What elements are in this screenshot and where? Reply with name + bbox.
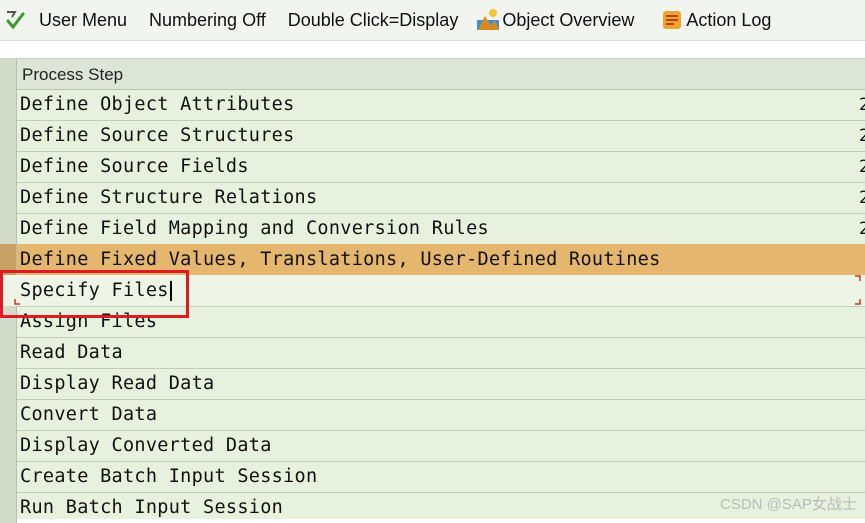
row-label[interactable]: Define Field Mapping and Conversion Rule… xyxy=(20,218,489,239)
row-label[interactable]: Convert Data xyxy=(20,404,157,425)
row-selector[interactable] xyxy=(0,151,17,182)
row-selector[interactable] xyxy=(0,368,17,399)
row-selector[interactable] xyxy=(0,213,17,244)
column-header-process-step[interactable]: Process Step xyxy=(22,65,123,85)
row-label[interactable]: Run Batch Input Session xyxy=(20,497,283,518)
header-select-cell[interactable] xyxy=(0,59,17,89)
row-selector[interactable] xyxy=(0,399,17,430)
user-menu-label: User Menu xyxy=(39,9,128,30)
action-log-button[interactable]: Action Log xyxy=(660,5,771,35)
row-selector[interactable] xyxy=(0,306,17,337)
clipped-cell: 2 xyxy=(859,157,865,177)
row-label[interactable]: Read Data xyxy=(20,342,123,363)
row-label[interactable]: Define Structure Relations xyxy=(20,187,317,208)
row-label[interactable]: Define Source Structures xyxy=(20,125,295,146)
object-overview-label: Object Overview xyxy=(502,9,635,30)
table-row[interactable]: Define Object Attributes 2 xyxy=(0,89,865,121)
action-log-icon xyxy=(663,11,682,29)
row-label[interactable]: Display Converted Data xyxy=(20,435,272,456)
row-selector[interactable] xyxy=(0,337,17,368)
row-label[interactable]: Define Source Fields xyxy=(20,156,249,177)
clipped-cell: 2 xyxy=(859,188,865,208)
numbering-off-label: Numbering Off xyxy=(149,9,266,30)
row-selector[interactable] xyxy=(0,182,17,213)
clipped-cell: 2 xyxy=(859,126,865,146)
row-selector[interactable] xyxy=(0,430,17,461)
table-row[interactable]: Create Batch Input Session xyxy=(0,461,865,493)
action-log-label: Action Log xyxy=(686,9,772,30)
focus-corner-bottom-left xyxy=(14,299,20,305)
row-label[interactable]: Assign Files xyxy=(20,311,157,332)
row-label-text: Specify Files xyxy=(20,280,169,301)
row-label[interactable]: Create Batch Input Session xyxy=(20,466,317,487)
object-overview-icon xyxy=(477,9,500,30)
row-selector[interactable] xyxy=(0,492,17,523)
clipped-cell: 2 xyxy=(859,95,865,115)
row-selector[interactable] xyxy=(0,244,17,275)
user-menu-button[interactable]: User Menu xyxy=(39,5,127,35)
row-selector[interactable] xyxy=(0,89,17,120)
focus-corner-top-right xyxy=(855,275,861,281)
text-cursor xyxy=(169,281,172,301)
row-selector[interactable] xyxy=(0,120,17,151)
table-row[interactable]: Display Converted Data xyxy=(0,430,865,462)
object-overview-button[interactable]: Object Overview xyxy=(476,5,634,35)
table-header: Process Step xyxy=(0,58,865,90)
table-row[interactable]: Convert Data xyxy=(0,399,865,431)
row-label[interactable]: Display Read Data xyxy=(20,373,214,394)
table-row[interactable]: Define Structure Relations 2 xyxy=(0,182,865,214)
focus-corner-bottom-right xyxy=(855,299,861,305)
table-row[interactable]: Define Source Fields 2 xyxy=(0,151,865,183)
row-selector[interactable] xyxy=(0,461,17,492)
row-label[interactable]: Define Object Attributes xyxy=(20,94,295,115)
table-row-highlighted[interactable]: Define Fixed Values, Translations, User-… xyxy=(0,244,865,276)
process-step-table: Process Step Define Object Attributes 2 … xyxy=(0,58,865,523)
clipped-cell: 2 xyxy=(859,219,865,239)
table-row[interactable]: Define Source Structures 2 xyxy=(0,120,865,152)
execute-checkmark-icon xyxy=(6,11,25,30)
double-click-display-button[interactable]: Double Click=Display xyxy=(288,5,459,35)
numbering-off-button[interactable]: Numbering Off xyxy=(149,5,266,35)
table-row[interactable]: Assign Files xyxy=(0,306,865,338)
table-row-editing[interactable]: Specify Files xyxy=(0,275,865,307)
table-row[interactable]: Define Field Mapping and Conversion Rule… xyxy=(0,213,865,245)
table-row[interactable]: Display Read Data xyxy=(0,368,865,400)
row-label[interactable]: Define Fixed Values, Translations, User-… xyxy=(20,249,661,270)
table-row[interactable]: Read Data xyxy=(0,337,865,369)
double-click-display-label: Double Click=Display xyxy=(287,9,459,30)
row-label-editing[interactable]: Specify Files xyxy=(20,280,172,301)
execute-button[interactable] xyxy=(3,5,29,35)
watermark: CSDN @SAP女战士 xyxy=(720,496,857,513)
application-toolbar: User Menu Numbering Off Double Click=Dis… xyxy=(0,0,865,41)
